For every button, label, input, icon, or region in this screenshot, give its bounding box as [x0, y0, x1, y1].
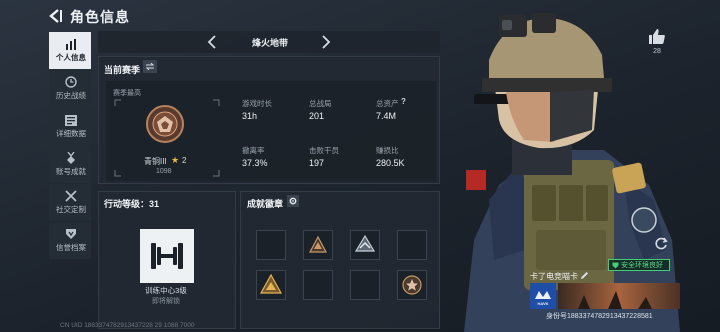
stat-value: 7.4M [376, 111, 397, 121]
badge-slot[interactable] [256, 270, 286, 300]
badge-slot[interactable] [397, 270, 427, 300]
training-center-card[interactable] [140, 229, 194, 283]
like-count: 28 [653, 48, 661, 55]
rank-name: 青铜III [144, 157, 167, 166]
page-title: 角色信息 [70, 9, 130, 25]
team-logo-text: HAVK [537, 301, 549, 306]
swap-icon [146, 63, 154, 70]
badge-slot[interactable] [350, 230, 380, 260]
sidebar-item-label: 账号成就 [56, 167, 86, 176]
achievement-title: 成就徽章 [247, 199, 284, 209]
back-arrow-icon[interactable] [46, 7, 64, 25]
sidebar-item-label: 详细数据 [56, 129, 86, 138]
sidebar-nav: 个人信息 历史战绩 详细数据 账号成就 社交定制 信誉档案 [49, 32, 91, 260]
level-unlock-note: 即将解锁 [152, 298, 180, 305]
thumbs-up-icon[interactable] [649, 29, 665, 44]
stat-value: 201 [309, 111, 325, 121]
refresh-icon[interactable] [655, 237, 668, 250]
rank-level: 2 [182, 156, 187, 165]
triangle-badge-icon [309, 235, 327, 253]
season-switch-button[interactable] [143, 60, 157, 73]
stat-value: 31h [242, 111, 258, 121]
silver-badge-icon [354, 234, 376, 252]
wrench-icon [64, 190, 78, 202]
star-badge-icon [402, 275, 422, 295]
security-status-badge: 安全环境良好 [608, 259, 670, 271]
edit-icon[interactable] [580, 271, 589, 280]
rank-emblem-icon [146, 105, 184, 143]
badge-slot[interactable] [303, 230, 333, 260]
stat-value: 280.5K [376, 158, 405, 168]
achievement-panel [240, 191, 440, 329]
level-title: 行动等级：31 [104, 199, 160, 209]
chevron-left-icon[interactable] [204, 32, 220, 52]
gold-badge-icon [259, 273, 283, 294]
sidebar-item-label: 历史战绩 [56, 91, 86, 100]
dumbbell-icon [151, 243, 183, 269]
stat-label: 赚损比 [376, 146, 399, 155]
stat-label: 游戏时长 [242, 99, 272, 108]
stat-label: 总战局 [309, 99, 332, 108]
stat-label: 撤离率 [242, 146, 265, 155]
gear-icon[interactable] [287, 195, 299, 207]
sidebar-item-history[interactable]: 历史战绩 [49, 70, 91, 107]
level-center-name: 训练中心3级 [145, 286, 187, 295]
shield-check-icon [612, 262, 619, 268]
security-status-text: 安全环境良好 [621, 262, 663, 269]
season-best-label: 赛季最高 [113, 90, 141, 97]
sidebar-item-reputation[interactable]: 信誉档案 [49, 222, 91, 259]
sidebar-item-details[interactable]: 详细数据 [49, 108, 91, 145]
sidebar-item-social[interactable]: 社交定制 [49, 184, 91, 221]
sidebar-item-achievements[interactable]: 账号成就 [49, 146, 91, 183]
badge-slot-empty[interactable] [256, 230, 286, 260]
shield-icon [64, 228, 78, 240]
player-card-banner[interactable] [558, 283, 680, 309]
sidebar-item-personal-info[interactable]: 个人信息 [49, 32, 91, 69]
player-id: 身份号1883374782913437228581 [546, 313, 653, 320]
bar-chart-icon [64, 38, 78, 50]
stat-value: 37.3% [242, 158, 268, 168]
medal-icon [64, 152, 78, 164]
sidebar-item-label: 信誉档案 [56, 243, 86, 252]
star-icon: ★ [171, 155, 180, 165]
stat-label: 总资产 [376, 99, 399, 108]
rank-score: 1098 [156, 168, 172, 175]
clock-icon [64, 76, 78, 88]
footer-uid: CN UID 1883374782913437228 29 1088 7000 [60, 322, 195, 329]
season-title: 当前赛季 [104, 65, 141, 75]
badge-slot-empty[interactable] [350, 270, 380, 300]
stat-label: 击败干员 [309, 146, 339, 155]
help-icon[interactable]: ? [401, 97, 410, 106]
chevron-right-icon[interactable] [318, 32, 334, 52]
mode-label: 烽火地带 [251, 38, 288, 48]
badge-slot-empty[interactable] [303, 270, 333, 300]
list-icon [64, 114, 78, 126]
sidebar-item-label: 个人信息 [56, 53, 86, 62]
stat-value: 197 [309, 158, 325, 168]
team-logo[interactable]: HAVK [530, 283, 556, 309]
sidebar-item-label: 社交定制 [56, 205, 86, 214]
badge-slot-empty[interactable] [397, 230, 427, 260]
player-card-label: 卡了电竞喵卡 [530, 272, 578, 281]
